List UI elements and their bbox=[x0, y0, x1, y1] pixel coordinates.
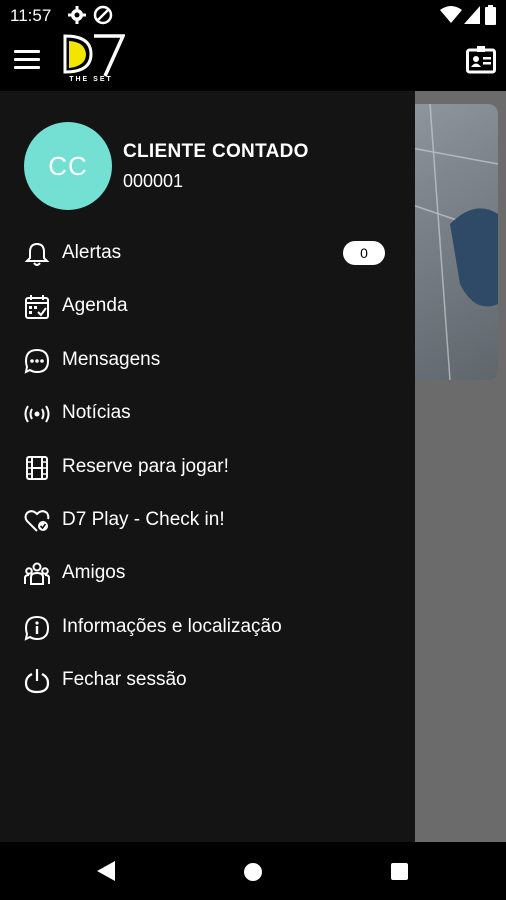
user-id: 000001 bbox=[123, 171, 184, 191]
menu-item-reserve[interactable]: Reserve para jogar! bbox=[0, 441, 415, 494]
menu-item-label: Fechar sessão bbox=[62, 669, 187, 691]
recent-apps-button[interactable] bbox=[391, 863, 408, 880]
status-bar: 11:57 bbox=[0, 0, 506, 32]
menu-item-alertas[interactable]: Alertas 0 bbox=[0, 227, 415, 280]
menu-item-d7-play-checkin[interactable]: D7 Play - Check in! bbox=[0, 494, 415, 547]
alerts-count-badge: 0 bbox=[343, 241, 385, 265]
home-button[interactable] bbox=[244, 863, 262, 881]
app-bar: THE SET bbox=[0, 32, 506, 91]
menu-item-label: Informações e localização bbox=[62, 615, 282, 637]
broadcast-icon bbox=[24, 405, 50, 423]
calendar-icon bbox=[25, 295, 49, 320]
id-card-button[interactable] bbox=[466, 46, 496, 74]
back-button[interactable] bbox=[97, 861, 115, 881]
menu-item-mensagens[interactable]: Mensagens bbox=[0, 334, 415, 387]
menu-item-label: Notícias bbox=[62, 402, 131, 424]
wifi-icon bbox=[440, 6, 462, 23]
menu-item-label: Amigos bbox=[62, 562, 126, 584]
friends-icon bbox=[24, 562, 50, 586]
logo-subtext: THE SET bbox=[69, 76, 113, 83]
avatar[interactable]: CC bbox=[24, 122, 112, 210]
status-time: 11:57 bbox=[10, 6, 52, 25]
heart-check-icon bbox=[24, 510, 50, 532]
chat-icon bbox=[24, 348, 50, 374]
menu-item-label: Mensagens bbox=[62, 348, 161, 370]
menu-item-label: Alertas bbox=[62, 242, 122, 263]
menu-item-fechar-sessao[interactable]: Fechar sessão bbox=[0, 654, 415, 707]
battery-icon bbox=[485, 5, 496, 25]
settings-icon bbox=[68, 6, 86, 24]
avatar-initials: CC bbox=[48, 150, 88, 181]
system-nav-bar bbox=[0, 842, 506, 900]
film-icon bbox=[26, 455, 48, 480]
menu-item-informacoes[interactable]: Informações e localização bbox=[0, 601, 415, 654]
do-not-disturb-icon bbox=[93, 5, 113, 25]
menu-item-label: Reserve para jogar! bbox=[62, 455, 229, 477]
menu-item-amigos[interactable]: Amigos bbox=[0, 547, 415, 600]
navigation-drawer: CC CLIENTE CONTADO 000001 Alertas 0 Agen… bbox=[0, 91, 415, 842]
hamburger-menu-button[interactable] bbox=[14, 50, 40, 72]
drawer-menu: Alertas 0 Agenda Mensagens Notícias Rese… bbox=[0, 227, 415, 708]
signal-icon bbox=[464, 6, 480, 24]
user-name: CLIENTE CONTADO bbox=[123, 141, 309, 162]
menu-item-agenda[interactable]: Agenda bbox=[0, 280, 415, 333]
menu-item-label: Agenda bbox=[62, 295, 128, 317]
menu-item-noticias[interactable]: Notícias bbox=[0, 387, 415, 440]
power-icon bbox=[24, 669, 50, 694]
bell-icon bbox=[24, 242, 50, 266]
menu-item-label: D7 Play - Check in! bbox=[62, 508, 225, 530]
info-icon bbox=[24, 615, 50, 641]
